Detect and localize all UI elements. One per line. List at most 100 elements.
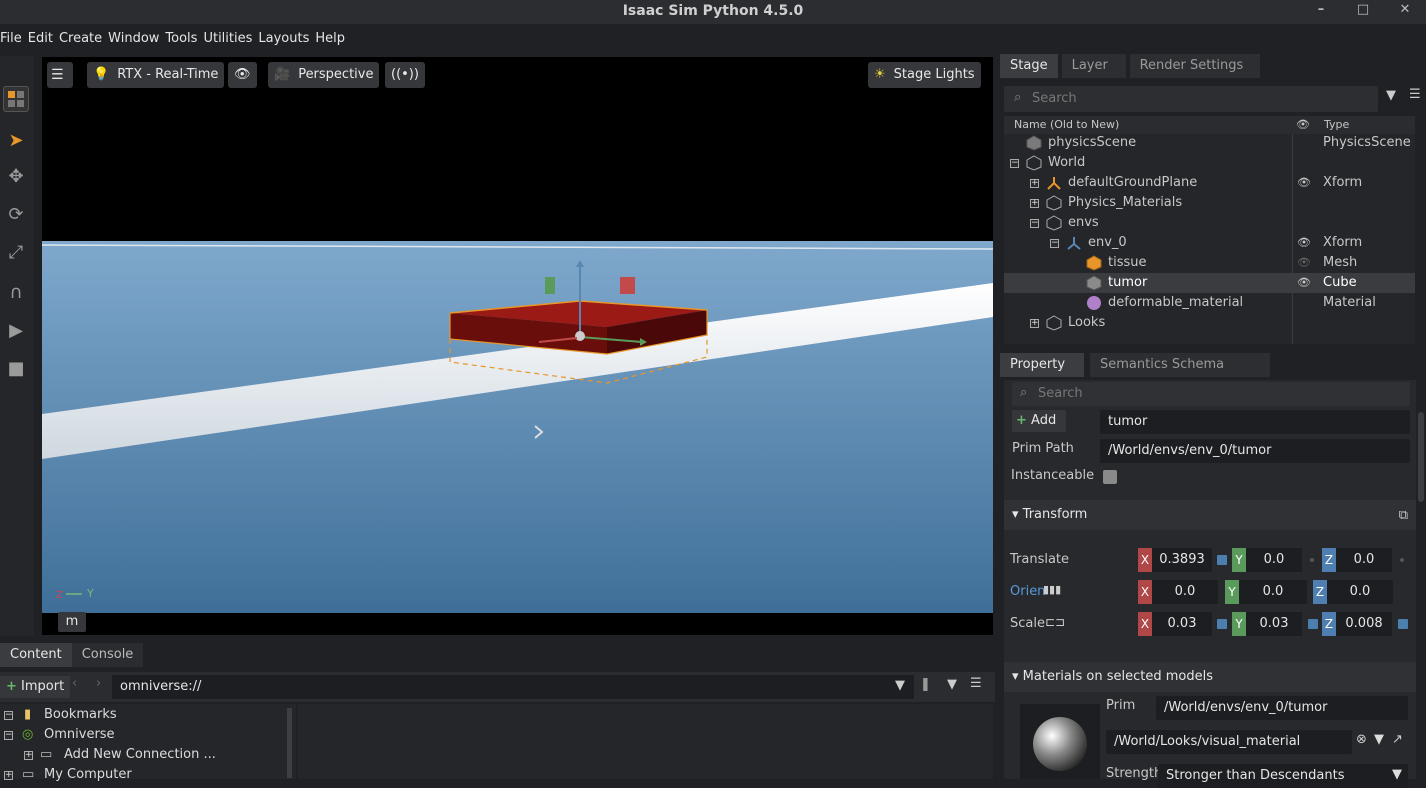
orient-z-field[interactable]: 0.0 [1327,580,1393,604]
viewport[interactable]: Z Y m ☰ 💡 RTX - Real-Time 👁 🎥 Perspectiv… [42,57,993,635]
snap-magnet-icon[interactable]: ∩ [3,280,29,306]
menu-icon[interactable]: ☰ [970,676,982,691]
material-prim-field[interactable]: /World/envs/env_0/tumor [1156,696,1408,720]
visibility-eye-icon[interactable]: 👁 [1297,233,1311,253]
close-button[interactable]: ✕ [1384,0,1426,22]
play-icon[interactable]: ▶ [3,318,29,344]
select-arrow-icon[interactable]: ➤ [3,128,29,154]
tab-render-settings[interactable]: Render Settings [1129,54,1260,78]
materials-section-header[interactable]: ▾ Materials on selected models [1004,662,1416,692]
translate-y-field[interactable]: 0.0 [1246,548,1302,572]
stage-row-envs[interactable]: − envs [1004,213,1415,233]
scale-z-lock[interactable] [1398,619,1408,629]
tree-scrollbar[interactable] [287,708,292,778]
stage-row-physics-materials[interactable]: + Physics_Materials [1004,193,1415,213]
menu-utilities[interactable]: Utilities [203,28,256,50]
stage-row-world[interactable]: − World [1004,153,1415,173]
translate-z-field[interactable]: 0.0 [1336,548,1392,572]
clear-material-icon[interactable]: ⊗ [1356,732,1367,747]
add-button[interactable]: + Add [1012,410,1066,432]
collapse-icon[interactable]: − [1030,219,1039,228]
menu-window[interactable]: Window [108,28,163,50]
stage-filter-icon[interactable]: ▼ [1386,88,1396,103]
strength-dropdown-icon[interactable]: ▼ [1392,767,1402,782]
stage-row-defaultgroundplane[interactable]: + defaultGroundPlane 👁 Xform [1004,173,1415,193]
forward-icon[interactable]: › [96,676,101,691]
tab-stage[interactable]: Stage [1000,54,1058,78]
menu-file[interactable]: File [0,28,26,50]
scale-x-lock[interactable] [1217,619,1227,629]
scale-y-field[interactable]: 0.03 [1246,612,1302,636]
expand-icon[interactable]: + [1030,319,1039,328]
stage-row-physicsscene[interactable]: physicsScene PhysicsScene [1004,133,1415,153]
viewport-settings-button[interactable]: ☰ [47,62,73,88]
expand-icon[interactable]: + [1030,199,1039,208]
maximize-button[interactable]: □ [1342,0,1384,22]
collapse-icon[interactable]: − [1010,159,1019,168]
scale-link-icon[interactable]: ⊏⊐ [1045,615,1065,629]
scale-y-lock[interactable] [1308,619,1318,629]
menu-create[interactable]: Create [59,28,106,50]
tab-layer[interactable]: Layer [1061,54,1126,78]
camera-button[interactable]: 🎥 Perspective [268,62,380,88]
material-path-field[interactable]: /World/Looks/visual_material [1106,730,1352,754]
stage-search[interactable]: ⌕ Search [1004,86,1378,112]
translate-x-lock[interactable] [1217,555,1227,565]
visibility-eye-icon[interactable]: 👁 [1297,273,1311,293]
goto-material-icon[interactable]: ↗ [1392,732,1403,747]
property-scrollbar[interactable] [1418,412,1424,502]
stage-row-env-0[interactable]: − env_0 👁 Xform [1004,233,1415,253]
instanceable-checkbox[interactable] [1103,470,1117,484]
back-icon[interactable]: ‹ [72,676,77,691]
visibility-button[interactable]: 👁 [228,62,257,88]
menu-edit[interactable]: Edit [28,28,57,50]
path-input[interactable]: omniverse:// [112,675,914,699]
stop-icon[interactable]: ■ [3,356,29,382]
path-dropdown-icon[interactable]: ▼ [895,678,905,693]
select-mode-icon[interactable] [3,86,29,112]
tab-content[interactable]: Content [0,643,72,667]
expand-icon[interactable]: + [1030,179,1039,188]
tab-semantics-schema-editor[interactable]: Semantics Schema Editor [1090,353,1270,396]
orient-mode-icon[interactable]: ▮▮▮ [1043,583,1061,596]
minimize-button[interactable]: – [1300,0,1342,22]
stage-row-deformable-material[interactable]: deformable_material Material [1004,293,1415,313]
menu-tools[interactable]: Tools [165,28,201,50]
orient-label[interactable]: Orien [1010,582,1045,602]
move-icon[interactable]: ✥ [3,164,29,190]
col-type-header[interactable]: Type [1324,116,1349,134]
translate-x-field[interactable]: 0.3893 [1152,548,1212,572]
content-browser[interactable] [298,704,993,779]
rotate-icon[interactable]: ⟳ [3,202,29,228]
tab-console[interactable]: Console [71,643,144,667]
prim-path-field[interactable]: /World/envs/env_0/tumor [1100,439,1410,463]
col-visibility-icon[interactable]: 👁 [1296,116,1310,134]
renderer-button[interactable]: 💡 RTX - Real-Time [87,62,225,88]
stage-row-tumor[interactable]: tumor 👁 Cube [1004,273,1415,293]
scale-icon[interactable]: ⤢ [3,240,29,266]
visibility-eye-icon[interactable]: 👁 [1297,173,1311,193]
visibility-hidden-icon[interactable]: 👁 [1297,253,1311,273]
strength-select[interactable]: Stronger than Descendants [1158,764,1408,788]
tab-property[interactable]: Property [1000,353,1084,377]
scale-x-field[interactable]: 0.03 [1152,612,1212,636]
col-name-header[interactable]: Name (Old to New) [1014,116,1119,134]
menu-layouts[interactable]: Layouts [258,28,313,50]
stage-options-icon[interactable]: ☰ [1409,87,1421,102]
import-button[interactable]: + Import [0,676,71,698]
filter-icon[interactable]: ▼ [947,677,957,692]
menu-help[interactable]: Help [315,28,349,50]
broadcast-button[interactable]: ((•)) [385,62,425,88]
transform-section-header[interactable]: ▾ Transform ⧉ [1004,500,1416,530]
orient-x-field[interactable]: 0.0 [1152,580,1218,604]
bookmark-icon[interactable]: ❚ [920,677,931,692]
scale-z-field[interactable]: 0.008 [1336,612,1392,636]
prim-name-field[interactable]: tumor [1100,410,1410,434]
property-search[interactable]: ⌕ Search [1012,382,1410,406]
stage-lights-button[interactable]: ☀ Stage Lights [868,62,981,88]
material-dropdown-icon[interactable]: ▼ [1374,732,1384,747]
stage-row-tissue[interactable]: tissue 👁 Mesh [1004,253,1415,273]
collapse-icon[interactable]: − [1050,239,1059,248]
orient-y-field[interactable]: 0.0 [1239,580,1307,604]
transform-options-icon[interactable]: ⧉ [1399,501,1408,531]
